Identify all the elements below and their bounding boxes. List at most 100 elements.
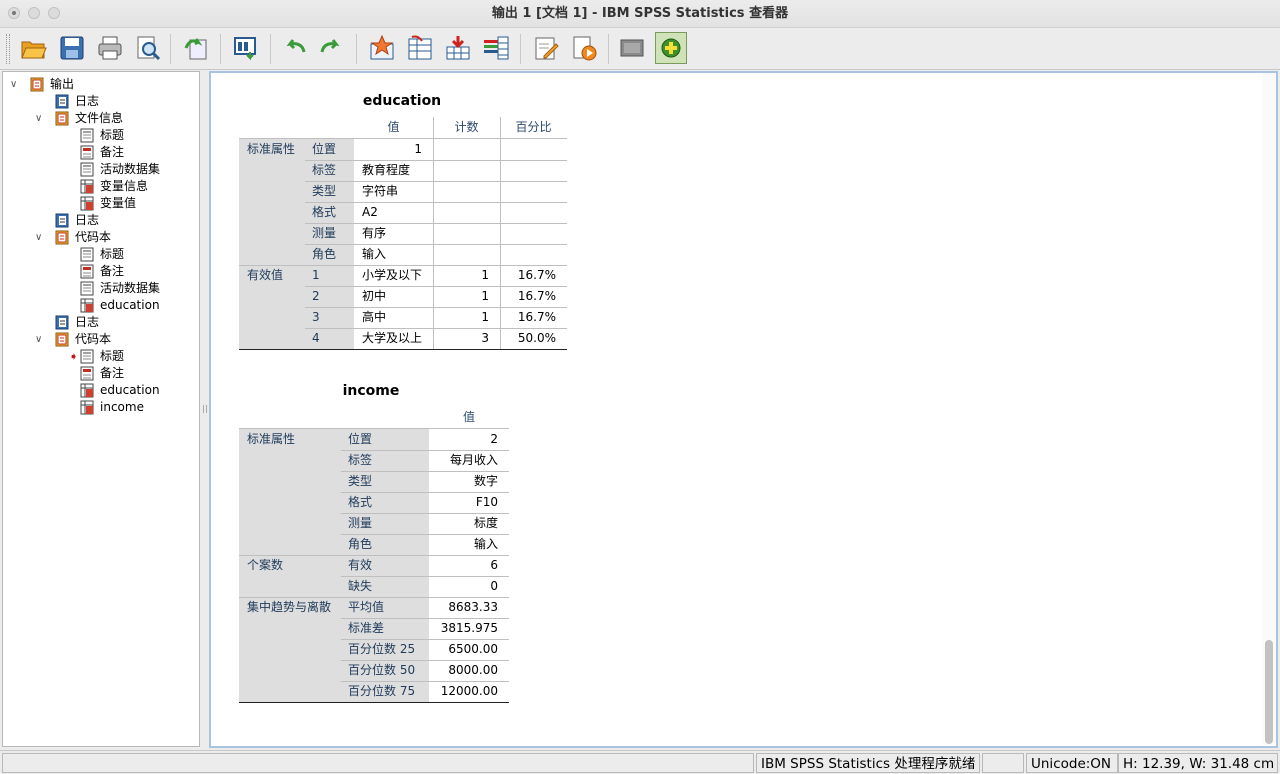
- tree-item[interactable]: ∨ 代码本: [3, 229, 199, 246]
- scrollbar-thumb[interactable]: [1265, 640, 1273, 744]
- grid-line: [433, 244, 434, 265]
- table-cell: 6500.00: [448, 642, 498, 656]
- tree-item[interactable]: education: [3, 297, 199, 314]
- grid-line: [500, 160, 501, 181]
- print-preview-button[interactable]: [132, 32, 164, 64]
- tree-item[interactable]: 活动数据集: [3, 280, 199, 297]
- row-sub-label: 角色: [312, 247, 337, 261]
- table-cell: [500, 139, 567, 160]
- goto-case-button[interactable]: [404, 32, 436, 64]
- tree-item[interactable]: 标题: [3, 246, 199, 263]
- column-header-divider: [239, 138, 567, 139]
- tree-item-label: 标题: [100, 349, 125, 363]
- undo-button[interactable]: [278, 32, 310, 64]
- grid-line: [500, 202, 501, 223]
- tree-item[interactable]: 备注: [3, 144, 199, 161]
- recall-dialog-button[interactable]: [230, 32, 262, 64]
- table-cell: 1: [481, 289, 489, 303]
- save-button[interactable]: [56, 32, 88, 64]
- table-cell: 每月收入: [449, 453, 498, 467]
- chevron-down-icon[interactable]: ∨: [35, 331, 42, 348]
- grid-line: [500, 286, 501, 307]
- designate-window-button[interactable]: [655, 32, 687, 64]
- row-group-label: 标准属性: [247, 142, 296, 156]
- tree-item[interactable]: 备注: [3, 263, 199, 280]
- export-button[interactable]: [180, 32, 212, 64]
- table-cell: [500, 244, 567, 265]
- table-cell: 1: [481, 310, 489, 324]
- table-cell: [500, 223, 567, 244]
- hide-panel-icon: [620, 39, 644, 57]
- table-cell: 高中: [362, 310, 387, 324]
- insert-output-button[interactable]: [442, 32, 474, 64]
- row-sub-label: 标签: [348, 453, 373, 467]
- designate-plus-icon: [661, 38, 681, 58]
- chevron-down-icon[interactable]: ∨: [35, 229, 42, 246]
- tree-item[interactable]: 标题: [3, 127, 199, 144]
- table-icon: [80, 400, 94, 415]
- toolbar-separator: [520, 34, 521, 64]
- insert-down-arrow-icon: [446, 36, 470, 60]
- tree-item[interactable]: 日志: [3, 93, 199, 110]
- edit-button[interactable]: [530, 32, 562, 64]
- table-cell: 输入: [362, 247, 387, 261]
- table-title: education: [362, 93, 442, 109]
- tree-item[interactable]: 日志: [3, 314, 199, 331]
- tree-item-label: 日志: [75, 315, 100, 329]
- tree-item[interactable]: ∨ 代码本: [3, 331, 199, 348]
- toolbar-grip[interactable]: [6, 34, 10, 64]
- grid-line: [341, 660, 509, 661]
- variables-icon: [484, 36, 509, 60]
- tree-item[interactable]: 日志: [3, 212, 199, 229]
- table-cell: [433, 223, 500, 244]
- redo-button[interactable]: [316, 32, 348, 64]
- grid-line: [500, 265, 501, 286]
- column-header: 计数: [454, 120, 479, 134]
- toolbar-separator: [170, 34, 171, 64]
- table-bottom-border: [239, 349, 567, 350]
- grid-line: [500, 139, 501, 160]
- grid-line: [305, 202, 567, 203]
- print-button[interactable]: [94, 32, 126, 64]
- grid-line: [305, 181, 567, 182]
- title-bar: 输出 1 [文档 1] - IBM SPSS Statistics 查看器: [0, 0, 1280, 28]
- run-script-button[interactable]: [568, 32, 600, 64]
- table-cell: 初中: [362, 289, 387, 303]
- table-cell: 数字: [473, 474, 498, 488]
- tree-item[interactable]: education: [3, 382, 199, 399]
- row-sub-label: 角色: [348, 537, 373, 551]
- outline-tree-pane[interactable]: ∨ 输出 日志 ∨ 文件信息 标题 备注 活动数据集 变量信息 变量值 日志 ∨ 代码本 标题 备注 活动数据…: [2, 71, 200, 747]
- goto-data-button[interactable]: [366, 32, 398, 64]
- chevron-down-icon[interactable]: ∨: [35, 110, 42, 127]
- table-cell: [433, 202, 500, 223]
- tree-item[interactable]: 变量信息: [3, 178, 199, 195]
- tree-item[interactable]: 备注: [3, 365, 199, 382]
- grid-line: [341, 576, 509, 577]
- tree-item[interactable]: ➧ 标题: [3, 348, 199, 365]
- table-cell: 大学及以上: [362, 331, 423, 345]
- chevron-down-icon[interactable]: ∨: [10, 76, 17, 93]
- goto-case-icon: [408, 35, 432, 60]
- status-message: [2, 753, 754, 773]
- table-cell: [433, 160, 500, 181]
- tree-item-label: 代码本: [75, 332, 112, 346]
- tree-item[interactable]: 活动数据集: [3, 161, 199, 178]
- row-sub-label: 格式: [348, 495, 373, 509]
- tree-item[interactable]: 变量值: [3, 195, 199, 212]
- tree-item[interactable]: income: [3, 399, 199, 416]
- row-sub-label: 标签: [312, 163, 337, 177]
- hide-button[interactable]: [616, 32, 648, 64]
- splitter-handle[interactable]: [203, 405, 207, 413]
- row-sub-label: 标准差: [348, 621, 385, 635]
- variables-button[interactable]: [480, 32, 512, 64]
- tree-item-label: 备注: [100, 264, 125, 278]
- row-sub-label: 百分位数 50: [348, 663, 416, 677]
- open-file-button[interactable]: [18, 32, 50, 64]
- column-header: 百分比: [515, 120, 552, 134]
- book-icon: [55, 332, 69, 347]
- tree-item[interactable]: ∨ 文件信息: [3, 110, 199, 127]
- grid-line: [305, 160, 567, 161]
- notes-icon: [80, 264, 94, 279]
- tree-item[interactable]: ∨ 输出: [3, 76, 199, 93]
- table-cell: 16.7%: [517, 289, 556, 303]
